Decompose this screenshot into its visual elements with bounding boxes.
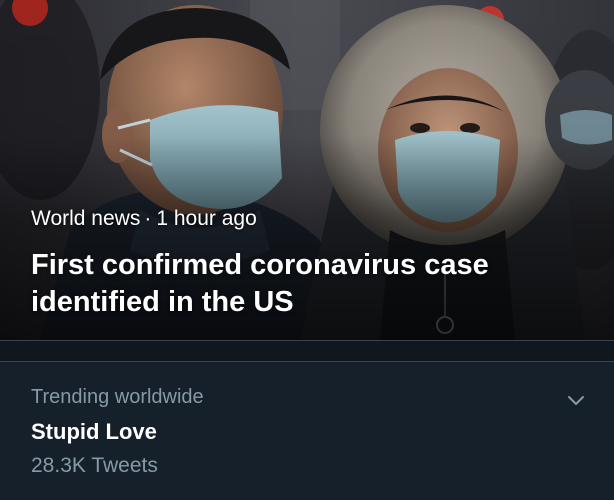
trend-tweet-count: 28.3K Tweets	[31, 454, 158, 477]
meta-separator: ·	[144, 207, 152, 230]
news-hero-card[interactable]: World news · 1 hour ago First confirmed co…	[0, 0, 614, 340]
section-divider	[0, 340, 614, 362]
trend-context: Trending worldwide	[31, 386, 204, 408]
news-category: World news	[31, 207, 141, 230]
trend-item[interactable]: Trending worldwide Stupid Love 28.3K Twe…	[0, 362, 614, 500]
trend-topic: Stupid Love	[31, 419, 157, 444]
news-meta: World news · 1 hour ago	[31, 207, 257, 231]
chevron-down-icon	[568, 396, 584, 405]
trend-menu-button[interactable]	[562, 386, 590, 414]
news-time: 1 hour ago	[156, 207, 257, 230]
explore-feed: World news · 1 hour ago First confirmed co…	[0, 0, 614, 500]
news-headline[interactable]: First confirmed coronavirus case identif…	[31, 247, 591, 321]
